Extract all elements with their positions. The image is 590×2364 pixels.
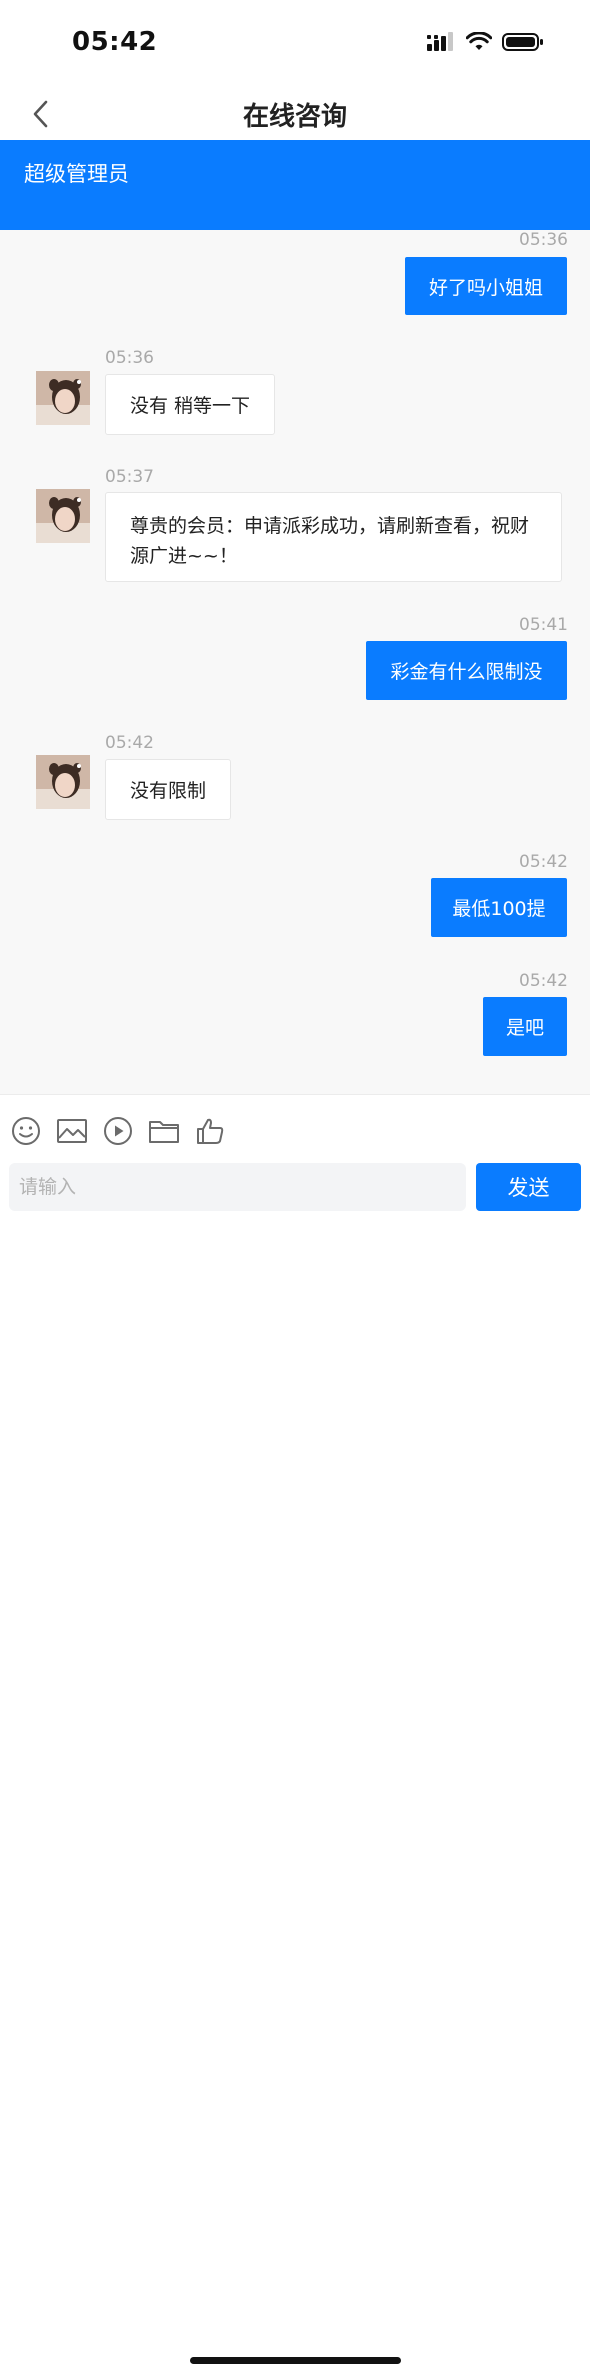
image-icon <box>57 1119 87 1143</box>
avatar-image <box>36 489 90 543</box>
avatar-image <box>36 755 90 809</box>
cellular-signal-icon <box>427 32 453 51</box>
chat-area[interactable]: 05:36 好了吗小姐姐 05:36 没有 稍等一下 05:37 尊贵的会员：申… <box>0 230 590 1094</box>
outgoing-message[interactable]: 是吧 <box>483 997 567 1056</box>
status-icons <box>426 32 544 52</box>
video-play-icon <box>104 1117 132 1145</box>
file-button[interactable] <box>148 1115 180 1147</box>
message-text: 是吧 <box>505 1017 544 1039</box>
thumbs-up-icon <box>197 1118 224 1144</box>
avatar-image <box>36 371 90 425</box>
message-timestamp: 05:41 <box>519 615 568 635</box>
status-time: 05:42 <box>72 27 158 57</box>
message-text: 没有 稍等一下 <box>130 395 251 417</box>
agent-name: 超级管理员 <box>24 162 129 186</box>
toolbar-icons <box>10 1115 226 1147</box>
outgoing-message[interactable]: 最低100提 <box>431 878 567 937</box>
message-timestamp: 05:36 <box>105 348 154 368</box>
message-timestamp: 05:36 <box>519 230 568 250</box>
folder-icon <box>149 1121 179 1143</box>
incoming-message[interactable]: 尊贵的会员：申请派彩成功，请刷新查看，祝财 源广进~~！ <box>105 492 562 582</box>
agent-banner: 超级管理员 <box>0 140 590 230</box>
emoji-button[interactable] <box>10 1115 42 1147</box>
message-text: 最低100提 <box>452 898 546 920</box>
nav-bar: 在线咨询 <box>0 88 590 140</box>
message-text: 彩金有什么限制没 <box>390 661 543 683</box>
agent-avatar <box>36 489 90 543</box>
composer-toolbar: 发送 <box>0 1094 590 2364</box>
message-timestamp: 05:42 <box>519 971 568 991</box>
page-title: 在线咨询 <box>242 102 347 132</box>
incoming-message[interactable]: 没有限制 <box>105 759 231 820</box>
message-text: 好了吗小姐姐 <box>428 276 543 299</box>
like-button[interactable] <box>194 1115 226 1147</box>
message-input[interactable] <box>9 1163 466 1211</box>
incoming-message[interactable]: 没有 稍等一下 <box>105 374 275 435</box>
message-timestamp: 05:42 <box>519 852 568 872</box>
status-bar: 05:42 <box>0 0 590 88</box>
send-button[interactable]: 发送 <box>476 1163 581 1211</box>
wifi-icon <box>466 32 492 50</box>
video-button[interactable] <box>102 1115 134 1147</box>
agent-avatar <box>36 755 90 809</box>
home-indicator <box>190 2357 401 2364</box>
message-text-line: 尊贵的会员：申请派彩成功，请刷新查看，祝财 <box>130 515 530 537</box>
message-text-line: 源广进~~！ <box>130 545 238 567</box>
battery-icon <box>502 33 543 51</box>
agent-avatar <box>36 371 90 425</box>
image-button[interactable] <box>56 1115 88 1147</box>
smiley-icon <box>12 1117 40 1145</box>
outgoing-message[interactable]: 彩金有什么限制没 <box>366 641 567 700</box>
message-timestamp: 05:37 <box>105 467 154 487</box>
message-text: 没有限制 <box>130 780 207 802</box>
outgoing-message[interactable]: 好了吗小姐姐 <box>405 257 567 315</box>
message-timestamp: 05:42 <box>105 733 154 753</box>
